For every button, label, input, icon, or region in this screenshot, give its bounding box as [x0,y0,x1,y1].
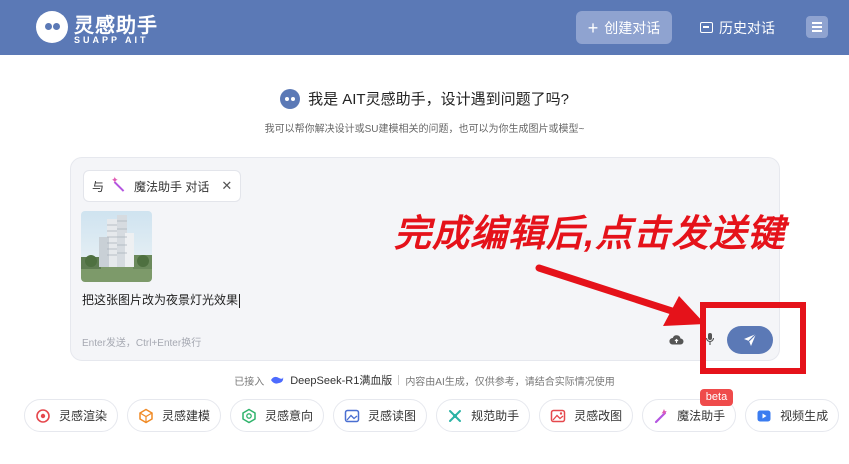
model-icon [138,408,154,424]
close-icon[interactable]: ✕ [221,178,232,194]
history-label: 历史对话 [719,19,775,36]
input-hint: Enter发送，Ctrl+Enter换行 [82,338,202,349]
tool-modeling[interactable]: 灵感建模 [127,399,222,432]
tool-label: 规范助手 [471,409,520,423]
tool-label: 灵感意向 [265,409,314,423]
annotation-arrow [535,264,705,326]
logo-icon [36,11,68,43]
assistant-icon [280,88,301,109]
ai-disclaimer: 内容由AI生成，仅供参考，请结合实际情况使用 [405,376,615,388]
tool-label: 视频生成 [780,409,829,423]
attached-image-thumbnail[interactable] [81,211,152,282]
tool-intent[interactable]: 灵感意向 [230,399,325,432]
annotation-highlight-box [700,302,806,374]
chip-label: 魔法助手 对话 [134,179,210,194]
new-chat-button[interactable]: + 创建对话 [576,11,672,44]
tool-read-image[interactable]: 灵感读图 [333,399,428,432]
menu-icon [812,22,822,24]
prompt-text: 把这张图片改为夜景灯光效果 [82,293,239,307]
greeting: 我是 AIT灵感助手，设计遇到问题了吗? [0,88,849,109]
tool-spec[interactable]: 规范助手 [436,399,531,432]
history-button[interactable]: 历史对话 [700,11,775,44]
plus-icon: + [587,17,599,38]
chat-history-icon [700,22,713,33]
tool-render[interactable]: 灵感渲染 [24,399,119,432]
edit-image-icon [550,408,566,424]
tool-label: 灵感改图 [574,409,623,423]
building-image [81,211,152,282]
tool-edit-image[interactable]: 灵感改图 [539,399,634,432]
new-chat-label: 创建对话 [604,19,661,36]
tool-label: 灵感建模 [162,409,211,423]
prompt-input[interactable]: 把这张图片改为夜景灯光效果 [82,291,241,308]
assistant-chip: 与 魔法助手 对话 ✕ [83,170,241,202]
text-caret [239,293,241,308]
render-icon [35,408,51,424]
read-image-icon [344,408,360,424]
video-icon [756,408,772,424]
powered-prefix: 已接入 [234,376,265,388]
tool-video[interactable]: 视频生成 [745,399,840,432]
tool-label: 灵感渲染 [59,409,108,423]
beta-badge: beta [700,389,733,406]
logo-title: 灵感助手 [74,15,158,37]
tool-label: 灵感读图 [368,409,417,423]
magic-wand-icon [111,175,126,193]
top-bar: 灵感助手 SUAPP AIT + 创建对话 历史对话 [0,0,849,55]
chip-prefix: 与 [92,179,105,194]
menu-button[interactable] [806,16,828,38]
divider [398,375,400,385]
annotation-text: 完成编辑后,点击发送键 [394,213,786,254]
greeting-subtitle: 我可以帮你解决设计或SU建模相关的问题，也可以为你生成图片或模型~ [264,124,585,135]
spec-icon [447,408,463,424]
magic-wand-icon [653,408,669,424]
deepseek-whale-icon [271,376,284,384]
model-name: DeepSeek-R1满血版 [290,375,393,387]
tool-label: 魔法助手 [677,409,726,423]
upload-cloud-icon[interactable] [669,334,684,345]
greeting-title: 我是 AIT灵感助手，设计遇到问题了吗? [308,91,569,108]
powered-by: 已接入 DeepSeek-R1满血版 内容由AI生成，仅供参考，请结合实际情况使… [0,372,849,388]
logo-subtitle: SUAPP AIT [74,35,149,45]
intent-icon [241,408,257,424]
